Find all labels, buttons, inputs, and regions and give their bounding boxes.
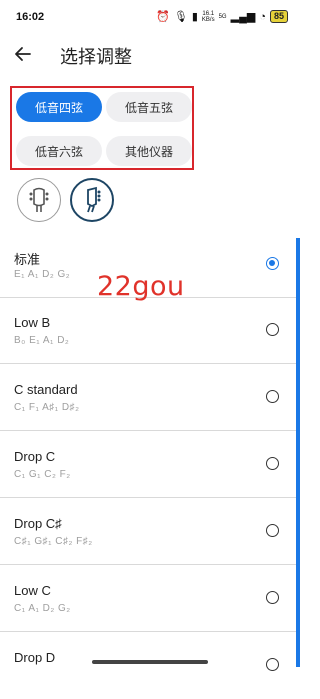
watermark: 22gou bbox=[97, 271, 185, 302]
tuning-row-drop-c[interactable]: Drop C C₁ G₁ C₂ F₂ bbox=[0, 432, 296, 498]
radio-unselected[interactable] bbox=[266, 390, 279, 403]
radio-unselected[interactable] bbox=[266, 524, 279, 537]
tuning-notes: C₁ A₁ D₂ G₂ bbox=[14, 603, 71, 614]
tab-bass-5-string[interactable]: 低音五弦 bbox=[106, 92, 192, 122]
app-bar: 选择调整 bbox=[0, 34, 300, 76]
tuning-notes: C♯₁ G♯₁ C♯₂ F♯₂ bbox=[14, 536, 93, 547]
radio-selected[interactable] bbox=[266, 257, 279, 270]
arrow-left-icon bbox=[15, 47, 31, 61]
tab-bass-4-string[interactable]: 低音四弦 bbox=[16, 92, 102, 122]
network-type: 5G bbox=[218, 13, 227, 20]
tuning-notes: C₁ G₁ C₂ F₂ bbox=[14, 469, 71, 480]
tuning-name: Drop D bbox=[14, 650, 56, 665]
tuning-row-low-c[interactable]: Low C C₁ A₁ D₂ G₂ bbox=[0, 566, 296, 632]
sim-icon: ▮ bbox=[191, 10, 198, 23]
status-bar: 16:02 ⏰ 🎙 ▮ 16.1 KB/s 5G ▂▄▆ ◔ 85 bbox=[0, 0, 300, 34]
tuning-notes: C₁ F₁ A♯₁ D♯₂ bbox=[14, 402, 80, 413]
tuning-row-low-b[interactable]: Low B B₀ E₁ A₁ D₂ bbox=[0, 298, 296, 364]
wifi-icon: ◔ bbox=[259, 10, 266, 23]
divider bbox=[0, 631, 296, 632]
tuning-row-drop-d[interactable]: Drop D bbox=[0, 633, 296, 699]
page-title: 选择调整 bbox=[60, 47, 132, 67]
tab-other-instruments[interactable]: 其他仪器 bbox=[106, 136, 192, 166]
tuning-name: 标准 bbox=[14, 252, 41, 267]
signal-icon: ▂▄▆ bbox=[230, 10, 256, 23]
headstock-3x3-icon bbox=[29, 187, 49, 212]
headstock-inline-button[interactable] bbox=[70, 178, 114, 222]
radio-unselected[interactable] bbox=[266, 457, 279, 470]
tuning-name: Low B bbox=[14, 315, 51, 330]
status-icons: ⏰ 🎙 ▮ 16.1 KB/s 5G ▂▄▆ ◔ 85 bbox=[156, 10, 288, 23]
tuning-row-drop-c-sharp[interactable]: Drop C♯ C♯₁ G♯₁ C♯₂ F♯₂ bbox=[0, 499, 296, 565]
tuning-name: C standard bbox=[14, 382, 78, 397]
tuning-name: Low C bbox=[14, 583, 51, 598]
divider bbox=[0, 363, 296, 364]
tuning-notes: E₁ A₁ D₂ G₂ bbox=[14, 269, 71, 280]
back-button[interactable] bbox=[12, 43, 34, 65]
status-time: 16:02 bbox=[16, 11, 45, 23]
divider bbox=[0, 564, 296, 565]
net-speed-unit: KB/s bbox=[201, 16, 215, 23]
home-indicator[interactable] bbox=[92, 660, 208, 664]
radio-unselected[interactable] bbox=[266, 591, 279, 604]
tuning-row-c-standard[interactable]: C standard C₁ F₁ A♯₁ D♯₂ bbox=[0, 365, 296, 431]
tuning-name: Drop C♯ bbox=[14, 516, 62, 531]
radio-unselected[interactable] bbox=[266, 323, 279, 336]
net-speed: 16.1 KB/s bbox=[202, 11, 215, 23]
alarm-icon: ⏰ bbox=[156, 10, 170, 23]
radio-unselected[interactable] bbox=[266, 658, 279, 671]
headstock-inline-icon bbox=[87, 186, 101, 213]
divider bbox=[0, 497, 296, 498]
scrollbar[interactable] bbox=[296, 238, 300, 667]
battery-indicator: 85 bbox=[269, 10, 288, 23]
tuning-notes: B₀ E₁ A₁ D₂ bbox=[14, 335, 70, 346]
instrument-tab-group: 低音四弦 低音五弦 低音六弦 其他仪器 bbox=[10, 86, 194, 170]
microphone-icon: 🎙 bbox=[173, 10, 188, 23]
headstock-3x3-button[interactable] bbox=[17, 178, 61, 222]
tab-bass-6-string[interactable]: 低音六弦 bbox=[16, 136, 102, 166]
divider bbox=[0, 430, 296, 431]
tuning-name: Drop C bbox=[14, 449, 56, 464]
